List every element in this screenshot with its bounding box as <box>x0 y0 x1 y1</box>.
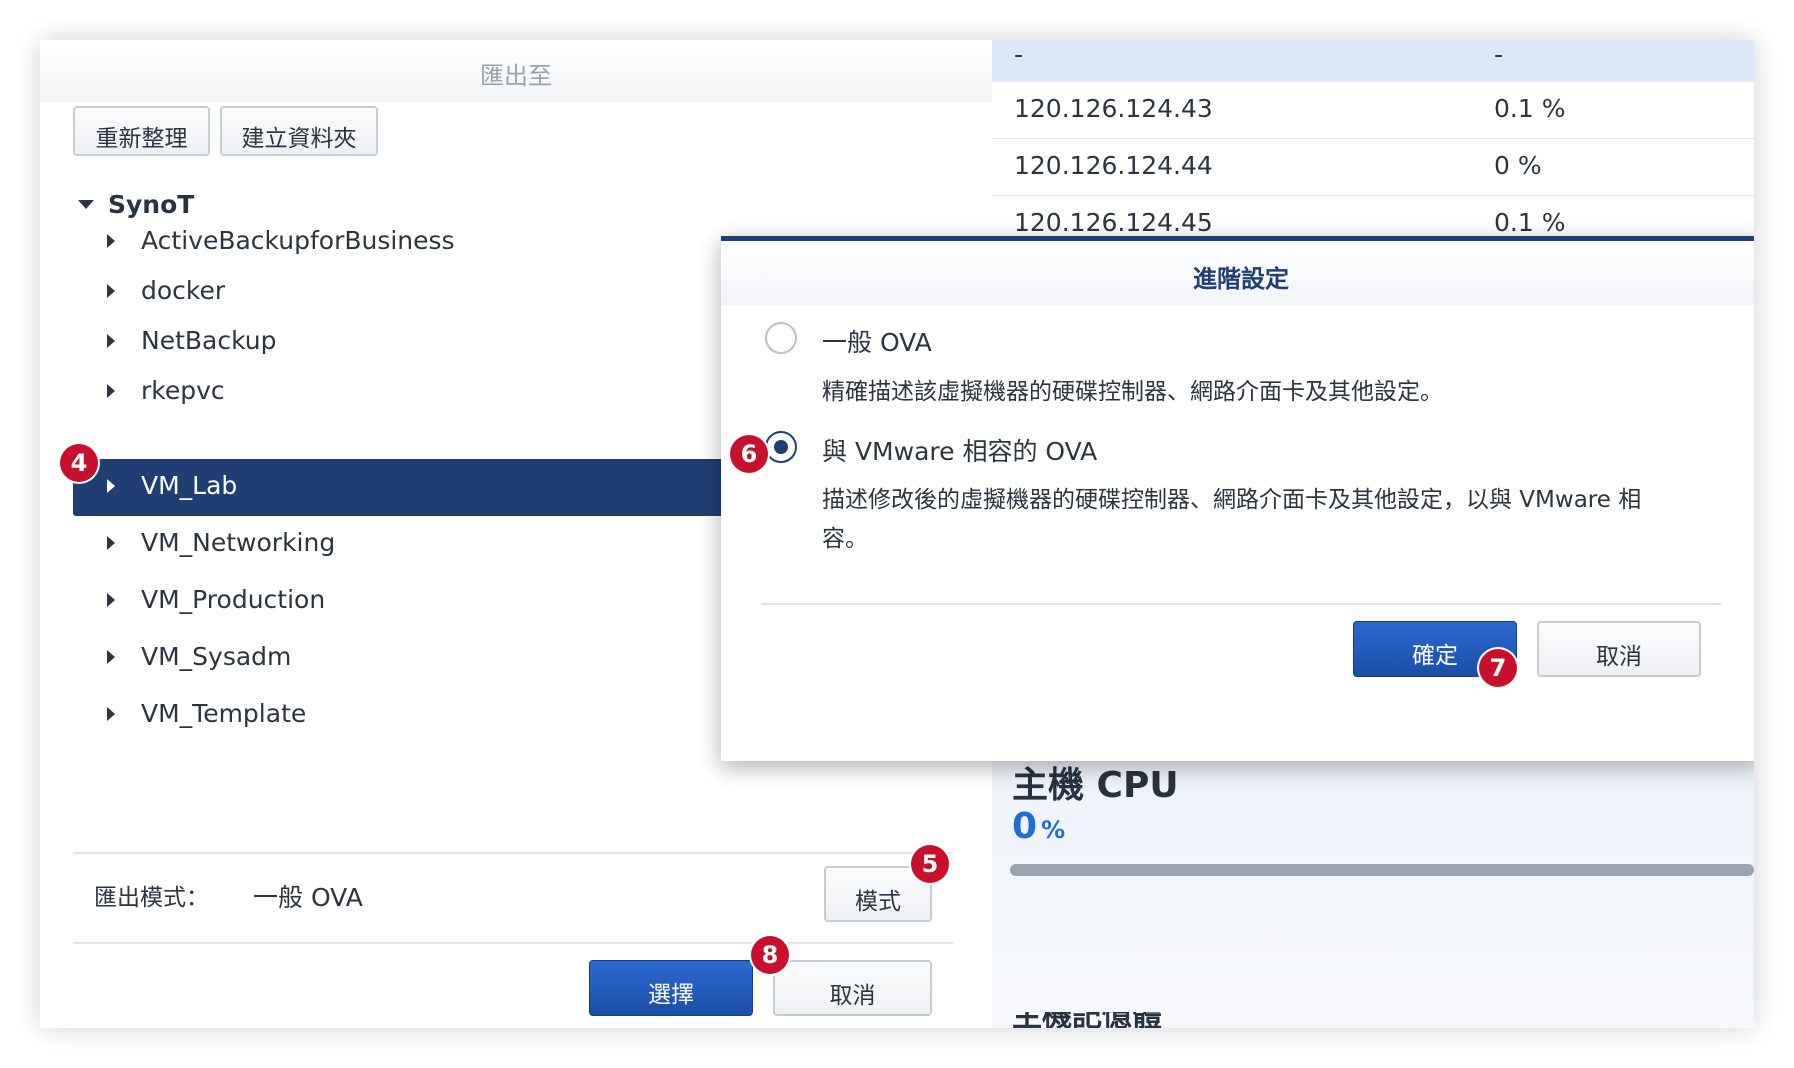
host-cpu-number: 0 <box>1012 806 1038 847</box>
select-button-label: 選擇 <box>648 982 694 1008</box>
host-cpu-value: 0% <box>1012 806 1065 847</box>
create-folder-button[interactable]: 建立資料夾 <box>220 106 378 156</box>
ip-cell: 120.126.124.43 <box>1014 94 1213 123</box>
select-button[interactable]: 選擇 <box>589 960 753 1016</box>
usage-cell: - <box>1494 40 1504 69</box>
next-section-title: 主機記憶體 <box>1012 1012 1162 1028</box>
divider <box>73 852 953 854</box>
step-badge-5: 5 <box>911 845 949 883</box>
tree-item-label: VM_Production <box>141 585 326 614</box>
tree-item-label: VM_Template <box>141 699 307 728</box>
app-window: 匯出至 重新整理 建立資料夾 SynoT ActiveBackupforBusi… <box>40 40 1754 1028</box>
ip-cell: 120.126.124.44 <box>1014 151 1213 180</box>
radio-vmware-ova[interactable] <box>765 431 797 463</box>
tree-item-label: docker <box>141 276 226 305</box>
chevron-right-icon <box>107 536 115 550</box>
step-badge-8: 8 <box>751 936 789 974</box>
tree-item-label: VM_Lab <box>141 471 238 500</box>
table-row[interactable]: - - <box>992 40 1754 82</box>
tree-item-label: NetBackup <box>141 326 277 355</box>
chevron-right-icon <box>107 234 115 248</box>
chevron-right-icon <box>107 334 115 348</box>
ip-cell: - <box>1014 40 1024 69</box>
chevron-right-icon <box>107 650 115 664</box>
tree-item-label: VM_Networking <box>141 528 336 557</box>
export-panel-header: 匯出至 <box>40 40 992 102</box>
radio-generic-ova[interactable] <box>765 322 797 354</box>
radio-selected-dot <box>774 440 788 454</box>
dialog-cancel-label: 取消 <box>1596 644 1642 670</box>
refresh-button-label: 重新整理 <box>95 126 188 152</box>
chevron-right-icon <box>107 707 115 721</box>
option-generic-ova-label[interactable]: 一般 OVA <box>822 323 932 359</box>
dialog-header: 進階設定 <box>721 241 1754 305</box>
chevron-right-icon <box>107 479 115 493</box>
chevron-right-icon <box>107 593 115 607</box>
dialog-title: 進階設定 <box>1193 265 1289 293</box>
create-folder-button-label: 建立資料夾 <box>241 126 357 152</box>
advanced-settings-dialog: 進階設定 一般 OVA 精確描述該虛擬機器的硬碟控制器、網路介面卡及其他設定。 … <box>721 236 1754 761</box>
next-section-title-text: 主機記憶體 <box>1012 1012 1162 1028</box>
tree-item-label: rkepvc <box>141 376 225 405</box>
host-cpu-title: 主機 CPU <box>1012 765 1179 806</box>
table-row[interactable]: 120.126.124.43 0.1 % <box>992 82 1754 139</box>
step-badge-4: 4 <box>60 444 98 482</box>
usage-cell: 0.1 % <box>1494 94 1566 123</box>
chevron-down-icon <box>78 199 94 209</box>
step-badge-7: 7 <box>1479 649 1517 687</box>
export-cancel-button[interactable]: 取消 <box>773 960 932 1016</box>
tree-item-label: ActiveBackupforBusiness <box>141 226 455 255</box>
option-generic-ova-description: 精確描述該虛擬機器的硬碟控制器、網路介面卡及其他設定。 <box>822 379 1443 405</box>
usage-cell: 0.1 % <box>1494 208 1566 237</box>
export-mode-label: 匯出模式： <box>94 885 209 911</box>
tree-item-label: VM_Sysadm <box>141 642 292 671</box>
export-mode-value: 一般 OVA <box>253 883 363 912</box>
refresh-button[interactable]: 重新整理 <box>73 106 210 156</box>
ip-cell: 120.126.124.45 <box>1014 208 1213 237</box>
option-vmware-ova-label[interactable]: 與 VMware 相容的 OVA <box>822 432 1097 468</box>
chevron-right-icon <box>107 384 115 398</box>
usage-cell: 0 % <box>1494 151 1542 180</box>
divider <box>73 942 953 944</box>
option-vmware-ova-description: 描述修改後的虛擬機器的硬碟控制器、網路介面卡及其他設定，以與 VMware 相容… <box>822 487 1642 552</box>
host-cpu-unit: % <box>1041 816 1066 844</box>
dialog-cancel-button[interactable]: 取消 <box>1537 621 1701 677</box>
table-row[interactable]: 120.126.124.44 0 % <box>992 139 1754 196</box>
chevron-right-icon <box>107 284 115 298</box>
divider <box>761 603 1721 605</box>
export-cancel-button-label: 取消 <box>829 983 876 1009</box>
step-badge-6: 6 <box>730 435 768 473</box>
host-cpu-progress-bar <box>1010 864 1754 876</box>
export-panel-title: 匯出至 <box>480 62 552 90</box>
